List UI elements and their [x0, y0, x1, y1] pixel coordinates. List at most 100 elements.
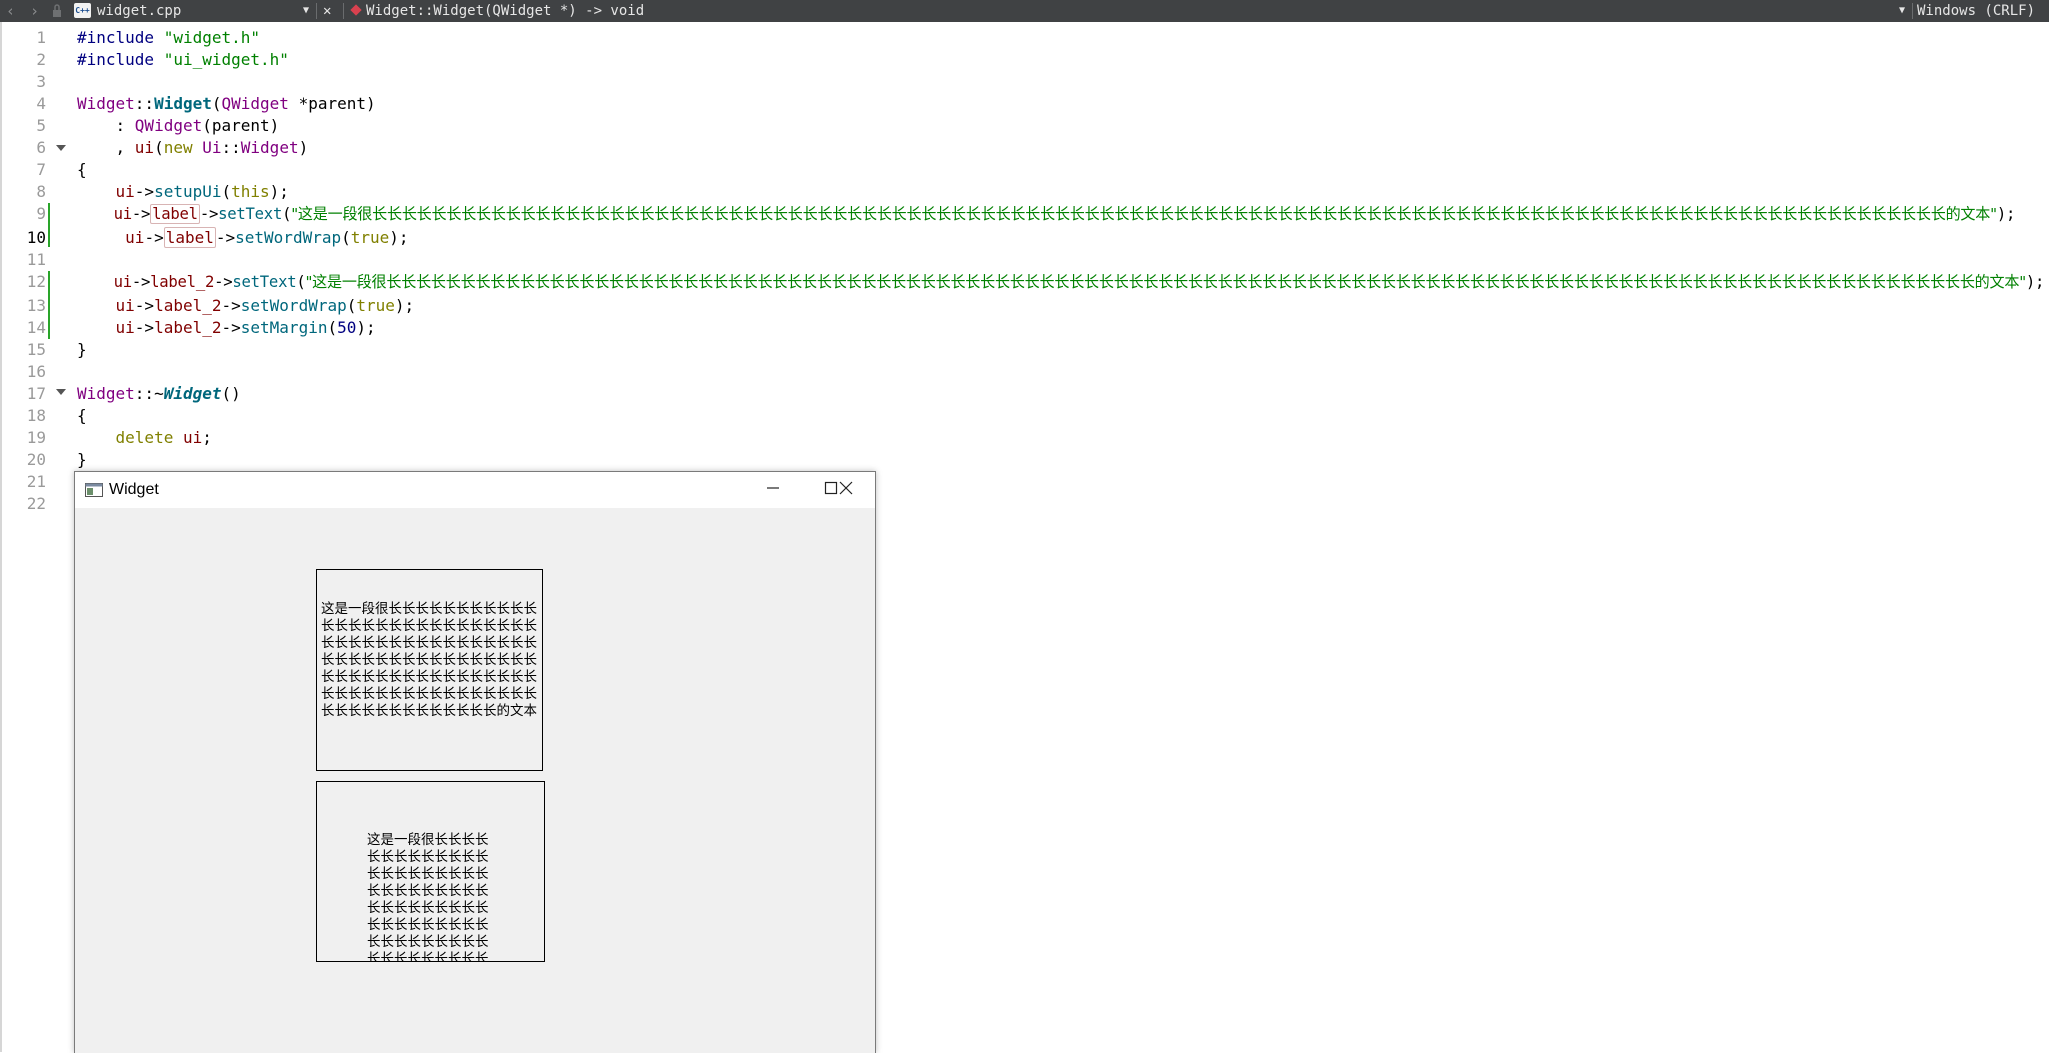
- member-name: label_2: [154, 296, 222, 315]
- paren: (: [282, 205, 292, 223]
- function-name: setWordWrap: [240, 296, 347, 315]
- lock-icon[interactable]: [52, 0, 62, 22]
- symbol-selector[interactable]: Widget::Widget(QWidget *) -> void: [366, 0, 644, 22]
- file-name-selector[interactable]: widget.cpp: [97, 0, 181, 22]
- code-line-19[interactable]: delete ui;: [77, 427, 212, 449]
- function-name: setWordWrap: [235, 228, 342, 247]
- code-line-8[interactable]: ui->setupUi(this);: [77, 181, 289, 203]
- code-line-5[interactable]: : QWidget(parent): [77, 115, 280, 137]
- arrow-operator: ->: [144, 228, 164, 247]
- keyword: true: [356, 296, 395, 315]
- line-number: 11: [26, 250, 46, 269]
- fold-marker-icon[interactable]: [56, 389, 66, 395]
- line-ending-dropdown-icon[interactable]: ▼: [1899, 0, 1905, 22]
- preprocessor: #include: [77, 50, 164, 69]
- keyword: new: [163, 138, 193, 157]
- file-dropdown-icon[interactable]: ▼: [303, 0, 309, 22]
- member-name: ui: [115, 318, 135, 337]
- keyword: true: [350, 228, 390, 247]
- code-line-18[interactable]: {: [77, 405, 87, 427]
- line-number: 12: [26, 272, 46, 291]
- preprocessor: #include: [77, 28, 164, 47]
- line-number: 20: [26, 450, 46, 469]
- forward-button[interactable]: ›: [30, 0, 39, 22]
- paren: (: [327, 318, 338, 337]
- code-text: ,: [77, 138, 135, 157]
- paren: (: [221, 182, 232, 201]
- code-line-12[interactable]: ui->label_2->setText("这是一段很长长长长长长长长长长长长长…: [77, 271, 2045, 293]
- code-line-6[interactable]: , ui(new Ui::Widget): [77, 137, 309, 159]
- code-line-13[interactable]: ui->label_2->setWordWrap(true);: [77, 295, 415, 317]
- code-line-2[interactable]: #include "ui_widget.h": [77, 49, 289, 71]
- member-name: ui: [113, 205, 133, 223]
- widget-window[interactable]: Widget 这是一段很长长长长长长长长长长长长长长长长长长长长长长长长长长长长…: [74, 471, 876, 1053]
- line-number: 14: [26, 318, 46, 337]
- line-number: 22: [26, 494, 46, 513]
- code-line-14[interactable]: ui->label_2->setMargin(50);: [77, 317, 376, 339]
- function-name: Widget: [154, 94, 212, 113]
- window-title-bar[interactable]: Widget: [75, 472, 875, 508]
- code-line-15[interactable]: }: [77, 339, 87, 361]
- class-name: Ui: [202, 138, 222, 157]
- string-literal: "widget.h": [163, 28, 261, 47]
- class-name: Widget: [77, 94, 135, 113]
- symbol-icon: [350, 4, 362, 16]
- line-number: 18: [26, 406, 46, 425]
- back-button[interactable]: ‹: [6, 0, 15, 22]
- line-number: 15: [26, 340, 46, 359]
- window-title: Widget: [109, 481, 159, 498]
- function-name: setText: [218, 205, 283, 223]
- arrow-operator: ->: [134, 318, 155, 337]
- close-document-button[interactable]: ✕: [323, 0, 331, 22]
- line-number-current: 10: [26, 228, 46, 247]
- code-line-1[interactable]: #include "widget.h": [77, 27, 260, 49]
- code-line-7[interactable]: {: [77, 159, 87, 181]
- line-number: 6: [36, 138, 46, 157]
- code-line-4[interactable]: Widget::Widget(QWidget *parent): [77, 93, 376, 115]
- paren: (: [211, 94, 222, 113]
- label-2-text: 这是一段很长长长长长长长长长长长长长长长长长长长长长长长长长长长长长长长长长长长…: [367, 832, 489, 962]
- paren: (: [154, 138, 164, 157]
- class-name: Widget: [240, 138, 299, 157]
- member-name: ui: [113, 273, 133, 291]
- code-line-20[interactable]: }: [77, 449, 87, 471]
- line-number: 5: [36, 116, 46, 135]
- minimize-button[interactable]: [744, 472, 802, 508]
- member-name: ui: [182, 428, 203, 447]
- scope-operator: ::: [134, 94, 155, 113]
- line-number: 19: [26, 428, 46, 447]
- close-icon: [839, 481, 853, 495]
- fold-marker-icon[interactable]: [56, 145, 66, 151]
- code-text: ): [298, 138, 309, 157]
- function-name: setupUi: [154, 182, 222, 201]
- line-number: 9: [36, 204, 46, 223]
- line-number-gutter[interactable]: 1 2 3 4 5 6 7 8 9 10 11 12 13 14 15 16 1…: [0, 22, 58, 1052]
- line-number: 8: [36, 182, 46, 201]
- change-marker: [48, 203, 50, 247]
- keyword: delete: [115, 428, 174, 447]
- arrow-operator: ->: [221, 318, 241, 337]
- code-line-10[interactable]: ui-> label ->setWordWrap(true);: [77, 227, 409, 249]
- line-number: 1: [36, 28, 46, 47]
- code-text: );: [1996, 205, 2016, 223]
- member-name: ui: [125, 228, 145, 247]
- close-button[interactable]: [817, 472, 875, 508]
- code-line-9[interactable]: ui-> label ->setText("这是一段很长长长长长长长长长长长长长长长…: [77, 203, 2015, 225]
- class-name: QWidget: [221, 94, 289, 113]
- arrow-operator: ->: [199, 205, 219, 223]
- line-number: 17: [26, 384, 46, 403]
- code-text: :: [77, 116, 135, 135]
- string-literal: "这是一段很长长长长长长长长长长长长长长长长长长长长长长长长长长长长长长长长长长…: [291, 205, 1997, 223]
- code-line-17[interactable]: Widget::~Widget(): [77, 383, 241, 405]
- arrow-operator: ->: [131, 205, 151, 223]
- scope-operator: ::~: [134, 384, 164, 403]
- function-name: Widget: [163, 384, 222, 403]
- member-name: ui: [115, 182, 135, 201]
- line-ending-selector[interactable]: Windows (CRLF): [1917, 0, 2035, 22]
- line-number: 21: [26, 472, 46, 491]
